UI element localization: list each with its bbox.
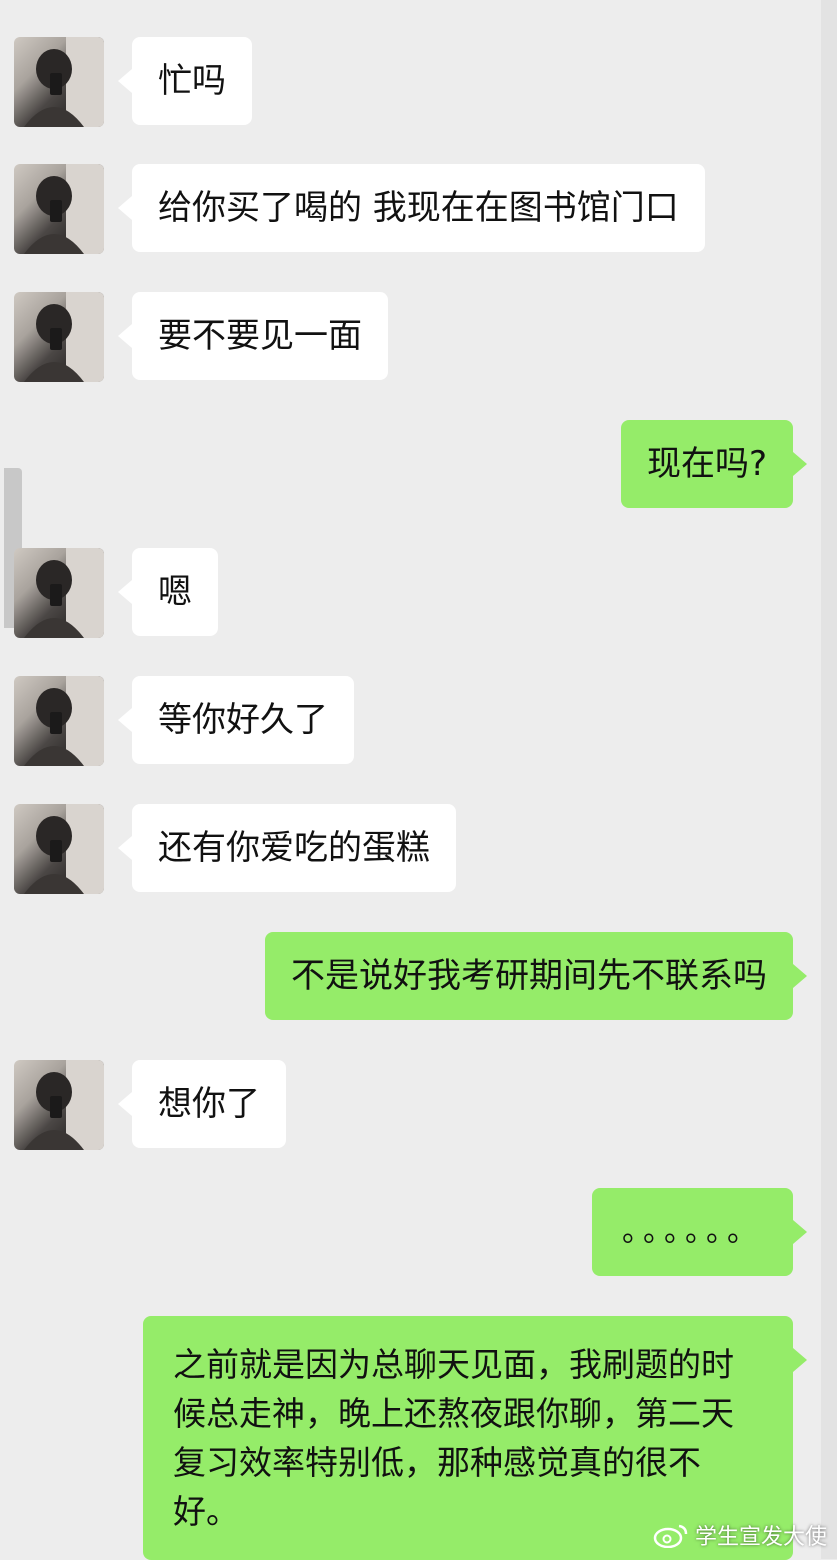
contact-avatar[interactable] [14, 292, 104, 382]
watermark: 学生宣发大使 [653, 1519, 827, 1551]
right-edge [821, 0, 837, 1559]
watermark-text: 学生宣发大使 [694, 1525, 827, 1550]
incoming-message[interactable]: 要不要见一面 [118, 292, 388, 380]
incoming-message[interactable]: 给你买了喝的 我现在在图书馆门口 [118, 164, 705, 252]
incoming-message[interactable]: 想你了 [118, 1060, 286, 1148]
contact-avatar[interactable] [14, 804, 104, 894]
incoming-message[interactable]: 等你好久了 [118, 676, 354, 764]
incoming-message[interactable]: 忙吗 [118, 37, 252, 125]
contact-avatar[interactable] [14, 676, 104, 766]
contact-avatar[interactable] [14, 164, 104, 254]
contact-avatar[interactable] [14, 37, 104, 127]
outgoing-message[interactable]: 。。。。。。 [592, 1188, 807, 1276]
outgoing-message[interactable]: 现在吗? [620, 420, 808, 508]
incoming-message[interactable]: 嗯 [118, 548, 218, 636]
outgoing-message[interactable]: 不是说好我考研期间先不联系吗 [265, 932, 807, 1020]
contact-avatar[interactable] [14, 548, 104, 638]
chat-window: 忙吗 给你买了喝的 我现在在图书馆门口 要不要见一面 现在吗? 嗯 等你好久了 [0, 0, 837, 1560]
incoming-message[interactable]: 还有你爱吃的蛋糕 [118, 804, 456, 892]
weibo-icon [653, 1524, 688, 1548]
contact-avatar[interactable] [14, 1060, 104, 1150]
